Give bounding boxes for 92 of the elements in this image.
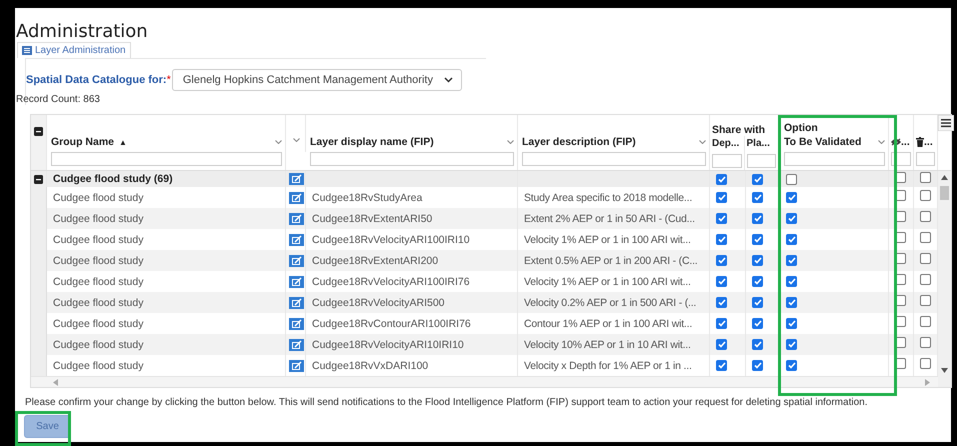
column-menu-icon[interactable]: [878, 140, 885, 144]
checkbox[interactable]: [786, 276, 797, 287]
column-menu-icon[interactable]: [292, 138, 300, 142]
checkbox[interactable]: [920, 337, 931, 348]
filter-field[interactable]: [712, 154, 742, 168]
checkbox[interactable]: [786, 339, 797, 350]
checkbox[interactable]: [716, 360, 727, 371]
required-mark: *: [166, 74, 171, 86]
filter-field[interactable]: [746, 154, 776, 168]
checkbox[interactable]: [752, 276, 763, 287]
checkbox[interactable]: [716, 339, 727, 350]
edit-icon[interactable]: [289, 318, 304, 330]
collapse-icon[interactable]: [34, 174, 43, 184]
checkbox[interactable]: [786, 234, 797, 245]
checkbox[interactable]: [786, 255, 797, 266]
trash-icon: [916, 137, 924, 147]
checkbox[interactable]: [716, 255, 727, 266]
edit-icon[interactable]: [289, 212, 304, 224]
column-group-header: Share with: [711, 124, 766, 136]
checkbox[interactable]: [752, 255, 763, 266]
eye-icon: [891, 138, 901, 146]
column-menu-icon[interactable]: [275, 140, 282, 144]
record-count: Record Count: 863: [16, 94, 101, 105]
checkbox[interactable]: [920, 211, 931, 222]
checkbox[interactable]: [752, 360, 763, 371]
checkbox[interactable]: [752, 234, 763, 245]
edit-icon[interactable]: [289, 360, 304, 372]
scroll-up-icon[interactable]: [941, 175, 948, 180]
column-header[interactable]: Layer description (FIP): [522, 136, 636, 148]
collapse-all-icon[interactable]: [34, 127, 43, 136]
checkbox[interactable]: [786, 213, 797, 224]
checkbox[interactable]: [716, 234, 727, 245]
checkbox[interactable]: [920, 232, 931, 243]
checkbox[interactable]: [786, 318, 797, 329]
checkbox[interactable]: [786, 297, 797, 308]
menu-icon[interactable]: [938, 115, 954, 131]
edit-icon[interactable]: [289, 192, 304, 204]
column-header[interactable]: Layer display name (FIP): [310, 136, 434, 148]
checkbox[interactable]: [716, 213, 727, 224]
layer-tab[interactable]: Layer Administration: [17, 42, 131, 58]
filter-field[interactable]: [916, 152, 935, 166]
checkbox[interactable]: [920, 253, 931, 264]
list-icon: [22, 46, 32, 55]
checkbox[interactable]: [752, 318, 763, 329]
filter-field[interactable]: [784, 152, 885, 166]
column-group-header: Option: [784, 122, 819, 134]
checkbox[interactable]: [716, 318, 727, 329]
column-header[interactable]: Dep...: [712, 138, 740, 149]
checkbox[interactable]: [920, 316, 931, 327]
column-header[interactable]: To Be Validated: [784, 136, 862, 148]
chevron-icon: [444, 77, 453, 83]
checkbox[interactable]: [716, 192, 727, 203]
checkbox[interactable]: [786, 174, 797, 184]
checkbox[interactable]: [920, 295, 931, 306]
checkbox[interactable]: [752, 174, 763, 184]
edit-icon[interactable]: [289, 173, 304, 185]
catalogue-select[interactable]: Glenelg Hopkins Catchment Management Authority: [172, 69, 462, 91]
filter-field[interactable]: [51, 152, 282, 166]
column-header[interactable]: ...: [924, 136, 933, 148]
notice-text: Please confirm your change by clicking the button below. This will send notifications to the Flood Intelligence Platform (FIP) support team to action your request for deleting spatial information.: [25, 397, 868, 408]
edit-icon[interactable]: [289, 254, 304, 266]
edit-icon[interactable]: [289, 276, 304, 288]
highlight-frame: [15, 411, 71, 446]
column-header[interactable]: ...: [901, 136, 910, 148]
column-header[interactable]: Group Name: [51, 136, 114, 148]
edit-icon[interactable]: [289, 338, 304, 350]
filter-field[interactable]: [310, 152, 514, 166]
edit-icon[interactable]: [289, 296, 304, 308]
checkbox[interactable]: [920, 358, 931, 369]
checkbox[interactable]: [752, 213, 763, 224]
scroll-thumb[interactable]: [940, 186, 949, 200]
checkbox[interactable]: [786, 360, 797, 371]
scroll-down-icon[interactable]: [941, 368, 948, 373]
checkbox[interactable]: [716, 297, 727, 308]
checkbox[interactable]: [716, 174, 727, 184]
checkbox[interactable]: [752, 339, 763, 350]
column-menu-icon[interactable]: [507, 140, 514, 144]
checkbox[interactable]: [786, 192, 797, 203]
filter-field[interactable]: [522, 152, 706, 166]
catalogue-label: Spatial Data Catalogue for:: [26, 74, 167, 86]
edit-icon[interactable]: [289, 234, 304, 246]
sort-icon: ▲: [119, 138, 127, 146]
checkbox[interactable]: [920, 172, 931, 182]
checkbox[interactable]: [716, 276, 727, 287]
checkbox[interactable]: [752, 297, 763, 308]
checkbox[interactable]: [920, 274, 931, 285]
vertical-scrollbar[interactable]: [938, 171, 951, 387]
checkbox[interactable]: [752, 192, 763, 203]
column-header[interactable]: Pla...: [746, 138, 770, 149]
page-title: Administration: [16, 22, 149, 42]
column-menu-icon[interactable]: [699, 140, 706, 144]
checkbox[interactable]: [920, 190, 931, 201]
